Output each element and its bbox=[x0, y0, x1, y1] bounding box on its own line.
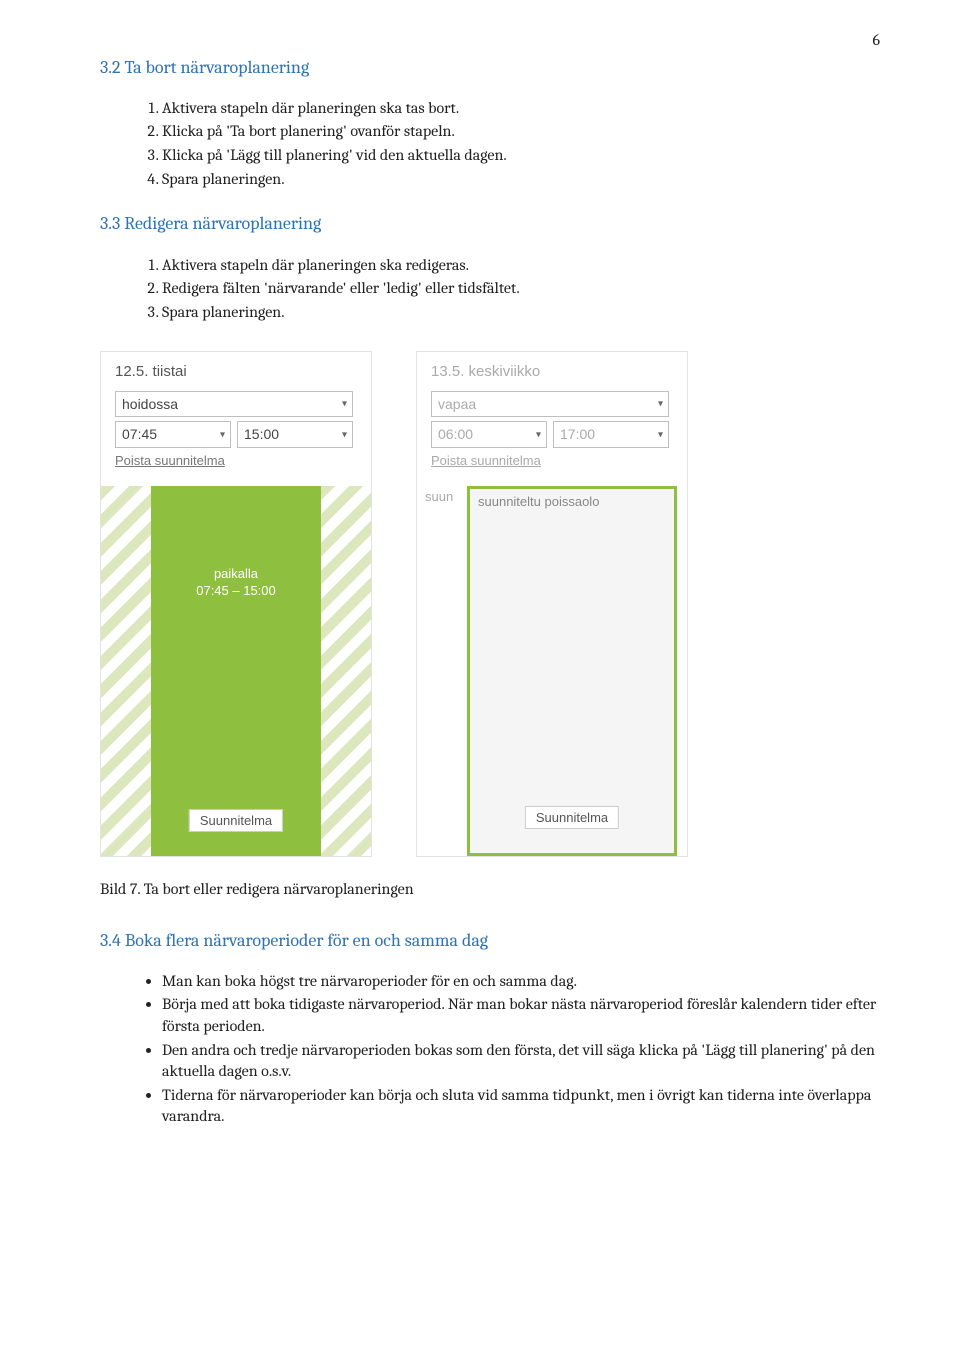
list-item: Spara planeringen. bbox=[162, 302, 880, 324]
day-card-left: 12.5. tiistai hoidossa 07:45 15:00 Poist… bbox=[100, 351, 372, 857]
time-start-select[interactable]: 06:00 bbox=[431, 421, 547, 448]
list-item: Den andra och tredje närvaroperioden bok… bbox=[162, 1040, 880, 1083]
truncated-label: suun bbox=[425, 488, 453, 506]
list-item: Man kan boka högst tre närvaroperioder f… bbox=[162, 971, 880, 993]
plan-stack: suun suunniteltu poissaolo Suunnitelma bbox=[417, 486, 687, 856]
list-item: Aktivera stapeln där planeringen ska tas… bbox=[162, 98, 880, 120]
list-item: Tiderna för närvaroperioder kan börja oc… bbox=[162, 1085, 880, 1128]
day-card-right: 13.5. keskiviikko vapaa 06:00 17:00 Pois… bbox=[416, 351, 688, 857]
list-item: Börja med att boka tidigaste närvaroperi… bbox=[162, 994, 880, 1037]
figure-caption: Bild 7. Ta bort eller redigera närvaropl… bbox=[100, 879, 880, 901]
plan-button[interactable]: Suunnitelma bbox=[525, 806, 619, 829]
list-3-2: Aktivera stapeln där planeringen ska tas… bbox=[100, 98, 880, 190]
list-item: Aktivera stapeln där planeringen ska red… bbox=[162, 255, 880, 277]
day-date: 12.5. tiistai bbox=[101, 352, 371, 386]
plan-block-label: paikalla 07:45 – 15:00 bbox=[151, 566, 321, 600]
plan-button[interactable]: Suunnitelma bbox=[189, 809, 283, 832]
plan-stack: paikalla 07:45 – 15:00 Suunnitelma bbox=[101, 486, 371, 856]
day-date: 13.5. keskiviikko bbox=[417, 352, 687, 386]
time-end-select[interactable]: 15:00 bbox=[237, 421, 353, 448]
list-item: Redigera fälten 'närvarande' eller 'ledi… bbox=[162, 278, 880, 300]
list-item: Klicka på 'Ta bort planering' ovanför st… bbox=[162, 121, 880, 143]
plan-block-present[interactable]: paikalla 07:45 – 15:00 Suunnitelma bbox=[151, 486, 321, 856]
status-select[interactable]: hoidossa bbox=[115, 391, 353, 418]
heading-3-2: 3.2 Ta bort närvaroplanering bbox=[100, 56, 880, 80]
heading-3-4: 3.4 Boka flera närvaroperioder för en oc… bbox=[100, 929, 880, 953]
list-item: Klicka på 'Lägg till planering' vid den … bbox=[162, 145, 880, 167]
heading-3-3: 3.3 Redigera närvaroplanering bbox=[100, 212, 880, 236]
list-item: Spara planeringen. bbox=[162, 169, 880, 191]
time-end-select[interactable]: 17:00 bbox=[553, 421, 669, 448]
stripe-pattern bbox=[101, 486, 151, 856]
stripe-pattern bbox=[321, 486, 371, 856]
status-select[interactable]: vapaa bbox=[431, 391, 669, 418]
time-start-select[interactable]: 07:45 bbox=[115, 421, 231, 448]
screenshot-cards: 12.5. tiistai hoidossa 07:45 15:00 Poist… bbox=[100, 351, 880, 857]
remove-plan-link[interactable]: Poista suunnitelma bbox=[417, 448, 687, 480]
plan-block-absence[interactable]: suunniteltu poissaolo Suunnitelma bbox=[467, 486, 677, 856]
list-3-4: Man kan boka högst tre närvaroperioder f… bbox=[100, 971, 880, 1128]
plan-block-label: suunniteltu poissaolo bbox=[470, 489, 674, 515]
page-number: 6 bbox=[100, 30, 880, 52]
remove-plan-link[interactable]: Poista suunnitelma bbox=[101, 448, 371, 480]
list-3-3: Aktivera stapeln där planeringen ska red… bbox=[100, 255, 880, 324]
